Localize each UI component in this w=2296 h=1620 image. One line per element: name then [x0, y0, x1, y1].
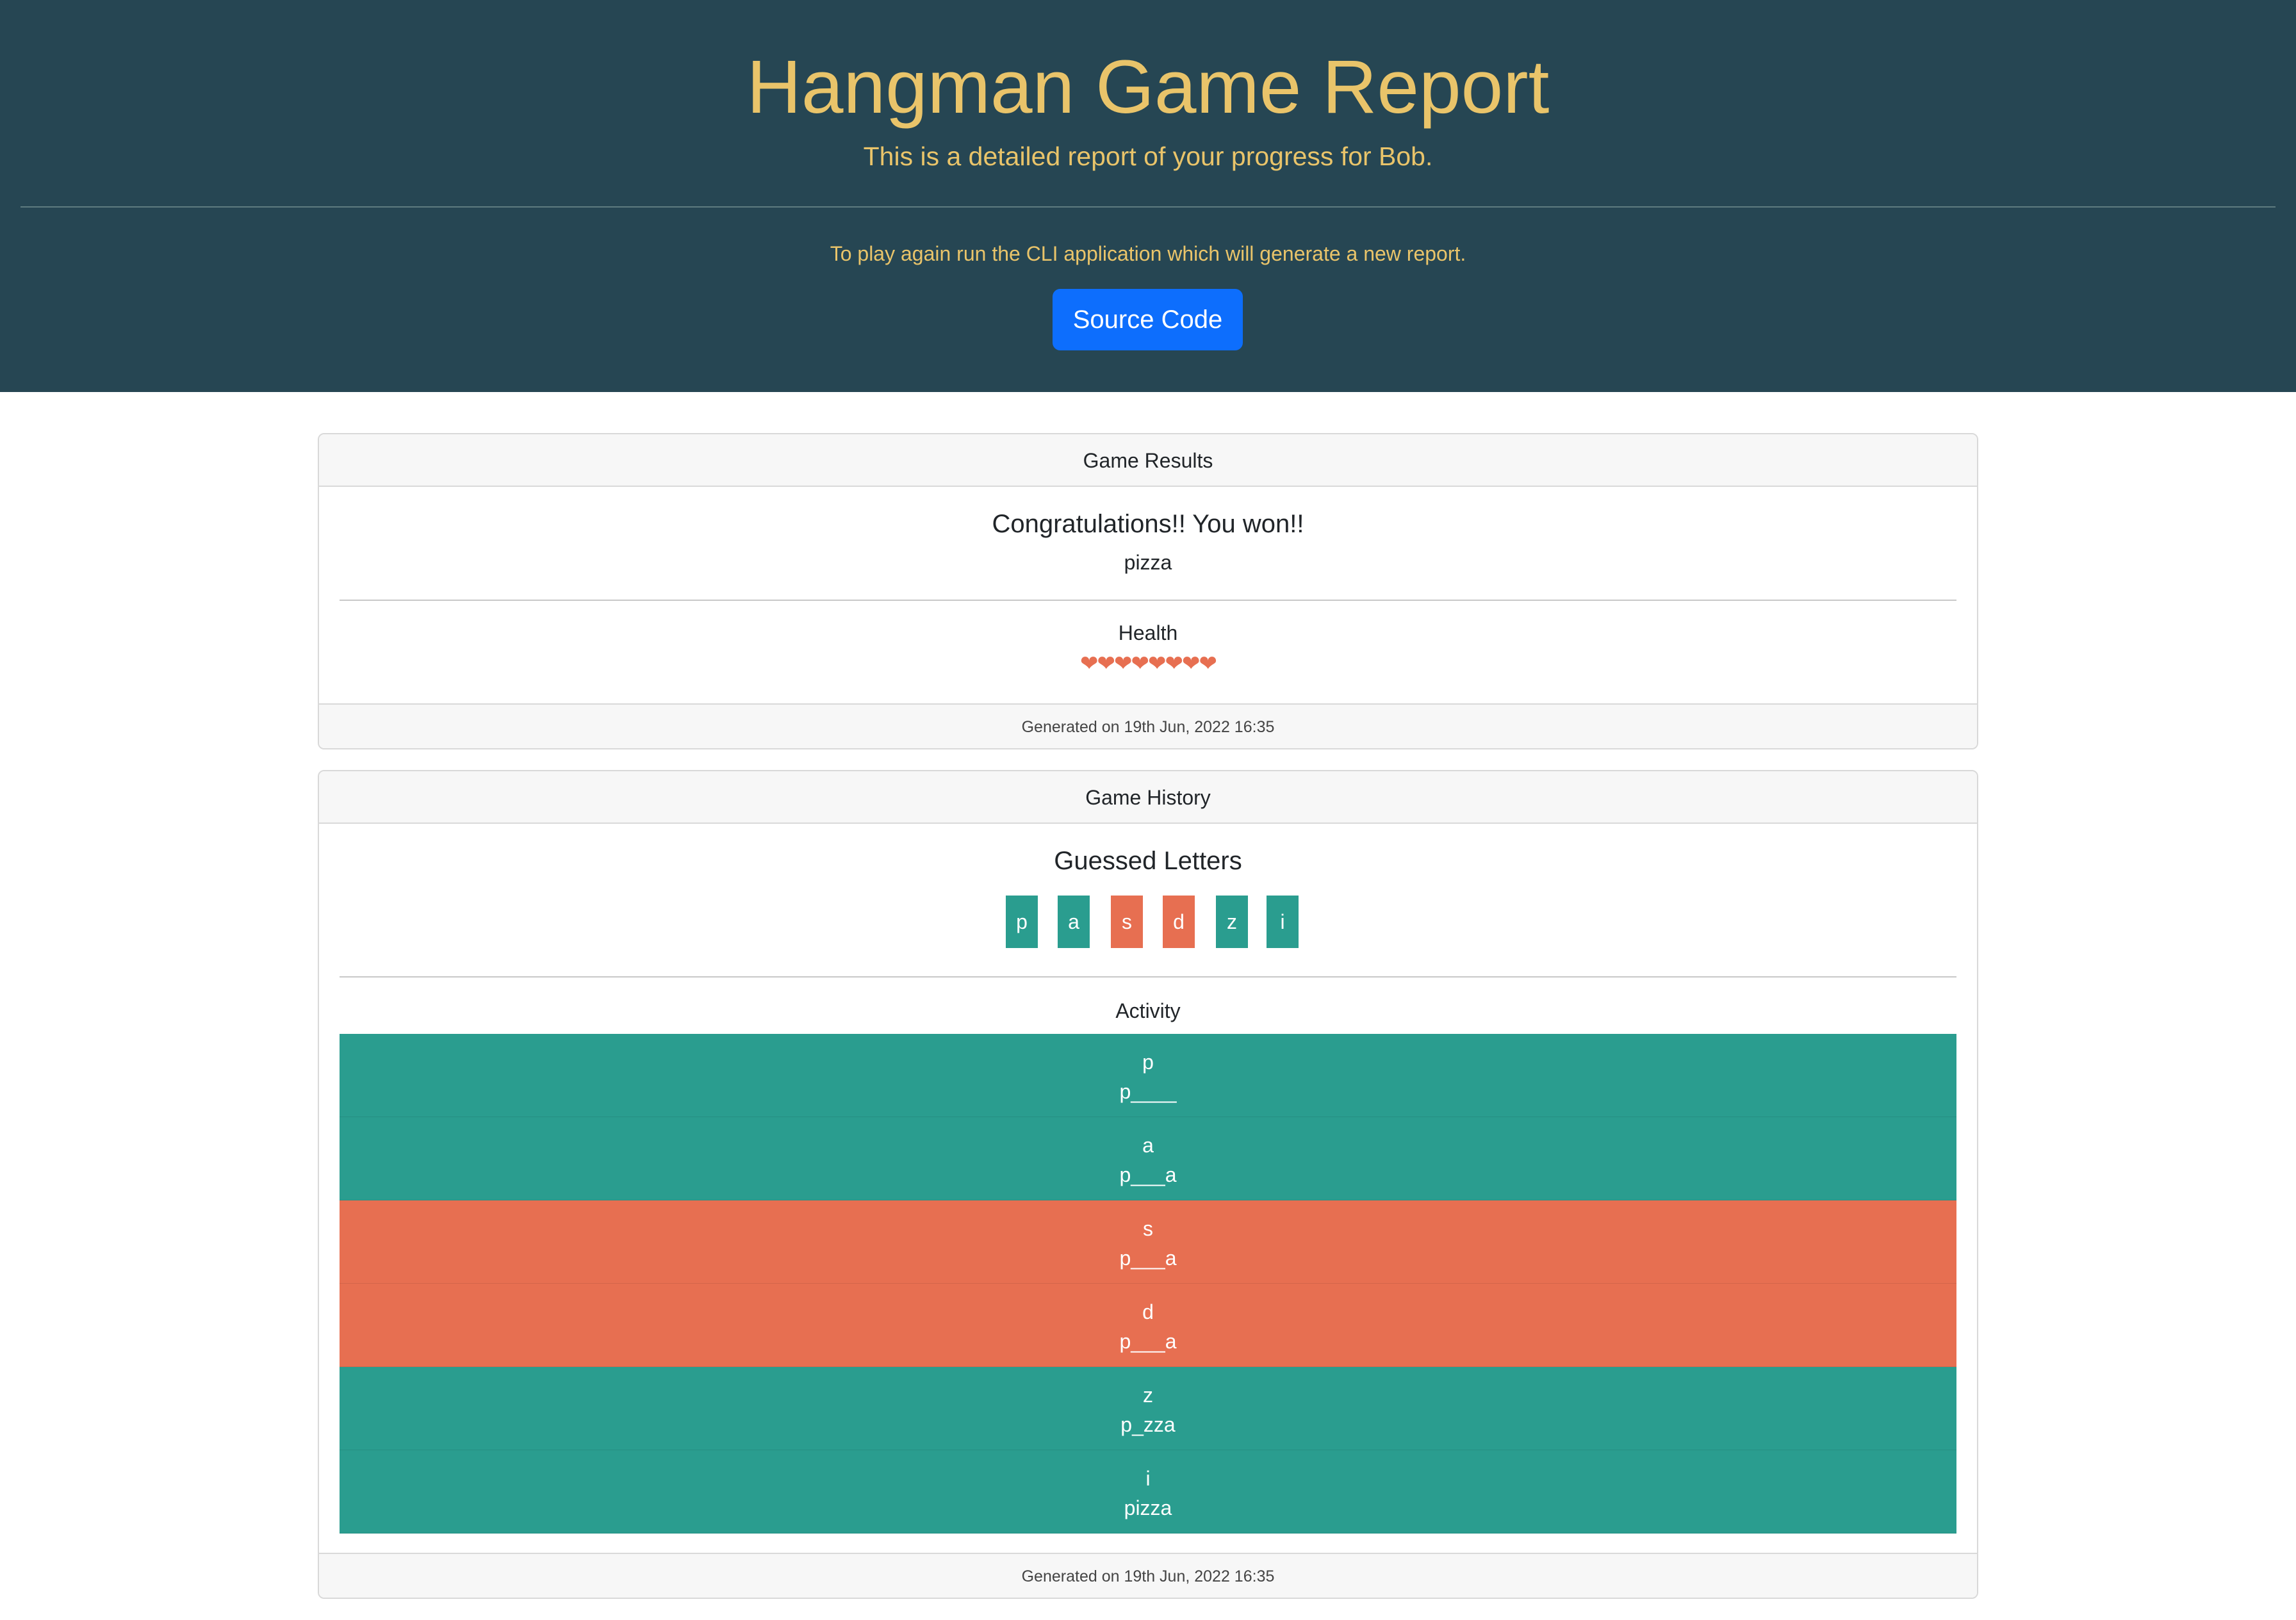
activity-row: p p____: [340, 1034, 1956, 1117]
guessed-letter-badge: p: [1006, 896, 1038, 948]
activity-row: z p_zza: [340, 1367, 1956, 1450]
guessed-letter-badge: s: [1111, 896, 1143, 948]
header-divider: [20, 206, 2276, 208]
game-history-header: Game History: [319, 771, 1977, 824]
game-history-card: Game History Guessed Letters pasdzi Acti…: [318, 770, 1978, 1599]
activity-guess: i: [1145, 1467, 1151, 1490]
page-title: Hangman Game Report: [746, 45, 1550, 129]
guessed-letter-badge: z: [1216, 896, 1248, 948]
guessed-letter-badge: a: [1058, 896, 1090, 948]
activity-list: p p____ a p___a s p___a d p___a z p_zza i pizza: [340, 1034, 1956, 1534]
result-message: Congratulations!! You won!!: [992, 510, 1304, 538]
page-subtitle: This is a detailed report of your progre…: [863, 142, 1433, 171]
game-results-card: Game Results Congratulations!! You won!!…: [318, 433, 1978, 749]
activity-guess: z: [1143, 1384, 1153, 1407]
activity-word-state: p___a: [1119, 1330, 1177, 1353]
guessed-letters-list: pasdzi: [319, 896, 1977, 948]
source-code-button[interactable]: Source Code: [1053, 289, 1243, 350]
guessed-letter-badge: i: [1267, 896, 1299, 948]
activity-row: s p___a: [340, 1200, 1956, 1284]
activity-guess: a: [1142, 1134, 1154, 1157]
health-hearts-icon: ❤❤❤❤❤❤❤❤: [1080, 651, 1217, 676]
activity-word-state: pizza: [1124, 1496, 1172, 1519]
history-divider: [340, 976, 1956, 978]
activity-row: i pizza: [340, 1450, 1956, 1534]
activity-guess: d: [1142, 1300, 1154, 1323]
guessed-letter-badge: d: [1163, 896, 1195, 948]
report-header: Hangman Game Report This is a detailed r…: [0, 0, 2296, 392]
activity-row: d p___a: [340, 1284, 1956, 1367]
activity-word-state: p___a: [1119, 1247, 1177, 1270]
activity-row: a p___a: [340, 1117, 1956, 1200]
results-generated-timestamp: Generated on 19th Jun, 2022 16:35: [319, 703, 1977, 748]
activity-label: Activity: [1115, 999, 1181, 1022]
result-word: pizza: [1124, 551, 1172, 574]
activity-guess: s: [1143, 1217, 1153, 1240]
history-generated-timestamp: Generated on 19th Jun, 2022 16:35: [319, 1553, 1977, 1598]
activity-word-state: p_zza: [1120, 1413, 1176, 1436]
activity-word-state: p___a: [1119, 1163, 1177, 1186]
play-again-note: To play again run the CLI application wh…: [830, 242, 1466, 265]
health-label: Health: [1118, 621, 1178, 644]
activity-guess: p: [1142, 1051, 1154, 1074]
guessed-letters-title: Guessed Letters: [1054, 847, 1242, 875]
activity-word-state: p____: [1119, 1080, 1177, 1103]
game-results-header: Game Results: [319, 434, 1977, 487]
results-divider: [340, 600, 1956, 601]
